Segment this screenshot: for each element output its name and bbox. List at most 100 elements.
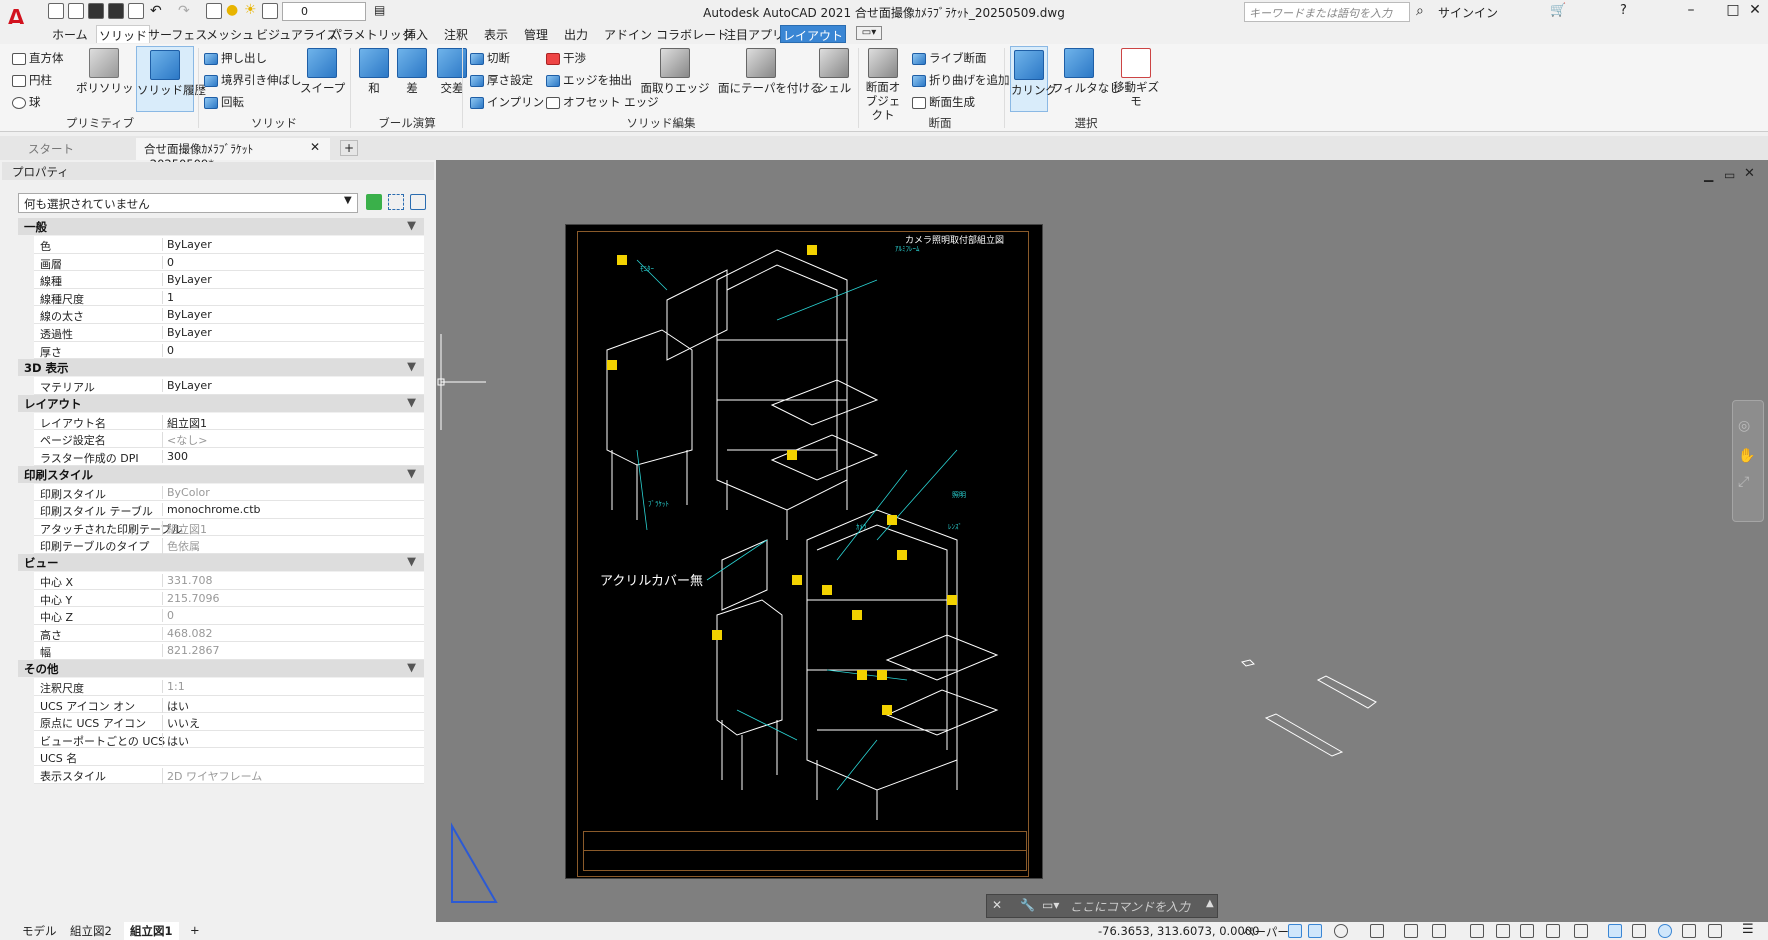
culling-button[interactable]: カリング: [1010, 46, 1057, 112]
new-tab-icon[interactable]: +: [340, 140, 358, 156]
box-button[interactable]: 直方体: [12, 50, 64, 66]
tab-output[interactable]: 出力: [562, 25, 590, 43]
interfere-button[interactable]: 干渉: [546, 50, 586, 66]
workspace-icon[interactable]: [1496, 924, 1510, 938]
collapse-icon[interactable]: ▼: [407, 218, 416, 232]
collapse-icon[interactable]: ▼: [407, 359, 416, 373]
menu-icon[interactable]: ☰: [1742, 922, 1754, 937]
coordinates-readout[interactable]: -76.3653, 313.6073, 0.0000: [1098, 924, 1259, 938]
property-value[interactable]: 1:1: [162, 680, 185, 693]
property-section[interactable]: 3D 表示 ▼: [18, 359, 424, 377]
subtract-button[interactable]: 差: [394, 48, 430, 96]
property-row[interactable]: 表示スタイル 2D ワイヤフレーム: [34, 766, 424, 784]
sweep-button[interactable]: スイープ: [300, 48, 345, 96]
collapse-icon[interactable]: ▼: [407, 554, 416, 568]
property-row[interactable]: ラスター作成の DPI 300: [34, 448, 424, 466]
offset-edge-button[interactable]: オフセット エッジ: [546, 94, 659, 110]
otrack-icon[interactable]: [1404, 924, 1418, 938]
no-filter-button[interactable]: フィルタなし: [1052, 48, 1121, 96]
osnap-icon[interactable]: [1370, 924, 1384, 938]
units-icon[interactable]: [1546, 924, 1560, 938]
collapse-icon[interactable]: ▼: [407, 466, 416, 480]
tab-manage[interactable]: 管理: [522, 25, 550, 43]
steeringwheel-icon[interactable]: ◎: [1738, 418, 1750, 434]
property-value[interactable]: 2D ワイヤフレーム: [162, 768, 262, 784]
tab-home[interactable]: ホーム: [50, 25, 90, 43]
property-row[interactable]: UCS 名: [34, 748, 424, 766]
property-value[interactable]: <なし>: [162, 432, 207, 449]
move-gizmo-button[interactable]: 移動ギズモ: [1110, 48, 1162, 108]
property-value[interactable]: ByColor: [162, 485, 210, 499]
presspull-button[interactable]: 境界引き伸ばし: [204, 72, 302, 88]
property-value[interactable]: 0: [162, 609, 174, 623]
polar-icon[interactable]: [1334, 924, 1348, 938]
add-layout-icon[interactable]: +: [184, 922, 206, 940]
command-recent-icon[interactable]: ▭▾: [1042, 898, 1059, 912]
command-input[interactable]: ここにコマンドを入力: [1068, 896, 1208, 916]
hardware-acceleration-icon[interactable]: [1658, 924, 1672, 938]
tab-view[interactable]: 表示: [482, 25, 510, 43]
property-value[interactable]: ByLayer: [162, 238, 212, 251]
fullscreen-icon[interactable]: [1708, 924, 1722, 938]
paper-space-toggle[interactable]: ペーパー: [1243, 924, 1289, 940]
gear-icon[interactable]: [1574, 924, 1588, 938]
maximize-button[interactable]: □: [1722, 2, 1744, 22]
revolve-button[interactable]: 回転: [204, 94, 244, 110]
ribbon-options-icon[interactable]: ▭▾: [856, 26, 882, 40]
command-history-icon[interactable]: ▲: [1206, 898, 1214, 909]
property-row[interactable]: マテリアル ByLayer: [34, 377, 424, 395]
property-section[interactable]: レイアウト ▼: [18, 394, 424, 412]
tab-document[interactable]: 合せ面撮像ｶﾒﾗﾌﾞﾗｹｯﾄ_20250509*: [136, 138, 330, 171]
selection-dropdown[interactable]: 何も選択されていません: [18, 193, 358, 213]
property-row[interactable]: 線の太さ ByLayer: [34, 306, 424, 324]
property-row[interactable]: 色 ByLayer: [34, 236, 424, 254]
extract-edges-button[interactable]: エッジを抽出: [546, 72, 632, 88]
taper-faces-button[interactable]: 面にテーパを付ける: [718, 48, 821, 96]
tab-layout[interactable]: レイアウト: [780, 25, 847, 43]
cylinder-button[interactable]: 円柱: [12, 72, 52, 88]
property-row[interactable]: 厚さ 0: [34, 341, 424, 360]
property-value[interactable]: ByLayer: [162, 379, 212, 393]
property-section[interactable]: 一般 ▼: [18, 218, 424, 235]
sphere-button[interactable]: 球: [12, 94, 41, 110]
tab-layout-2[interactable]: 組立図2: [64, 922, 118, 940]
command-close-icon[interactable]: ✕: [992, 898, 1002, 912]
signin-button[interactable]: サインイン: [1438, 4, 1498, 21]
property-row[interactable]: ビューポートごとの UCS はい: [34, 730, 424, 749]
property-value[interactable]: 215.7096: [162, 591, 220, 605]
slice-button[interactable]: 切断: [470, 50, 510, 66]
property-row[interactable]: 透過性 ByLayer: [34, 324, 424, 342]
property-row[interactable]: UCS アイコン オン はい: [34, 695, 424, 714]
minimize-button[interactable]: –: [1680, 2, 1702, 22]
extrude-button[interactable]: 押し出し: [204, 50, 267, 66]
imprint-button[interactable]: インプリント: [470, 94, 556, 110]
union-button[interactable]: 和: [356, 48, 392, 96]
property-row[interactable]: 画層 0: [34, 253, 424, 272]
property-row[interactable]: レイアウト名 組立図1: [34, 412, 424, 431]
property-row[interactable]: 線種尺度 1: [34, 288, 424, 307]
isolate-icon[interactable]: [1632, 924, 1646, 938]
tab-start[interactable]: スタート: [20, 138, 132, 160]
property-value[interactable]: はい: [162, 697, 189, 714]
command-customize-icon[interactable]: 🔧: [1020, 898, 1035, 912]
tab-featured-apps[interactable]: 注目アプリ: [722, 25, 786, 43]
property-value[interactable]: はい: [162, 732, 189, 749]
collapse-icon[interactable]: ▼: [407, 660, 416, 674]
tab-insert[interactable]: 挿入: [402, 25, 430, 43]
collapse-icon[interactable]: ▼: [407, 395, 416, 409]
viewport-close-icon[interactable]: ✕: [1744, 166, 1755, 181]
thicken-button[interactable]: 厚さ設定: [470, 72, 533, 88]
tab-layout-1[interactable]: 組立図1: [124, 922, 179, 940]
property-value[interactable]: 331.708: [162, 574, 213, 587]
viewport-scale-icon[interactable]: [1432, 924, 1446, 938]
property-row[interactable]: 注釈尺度 1:1: [34, 678, 424, 696]
property-row[interactable]: 原点に UCS アイコン いいえ: [34, 713, 424, 732]
close-tab-icon[interactable]: ✕: [310, 140, 320, 154]
property-row[interactable]: 印刷スタイル テーブル monochrome.ctb: [34, 501, 424, 519]
polysolid-button[interactable]: ポリソリッド: [76, 48, 145, 96]
property-section[interactable]: その他 ▼: [18, 660, 424, 677]
crosshair-toggle-icon[interactable]: [1608, 924, 1622, 938]
snap-icon[interactable]: [1288, 924, 1302, 938]
property-row[interactable]: 幅 821.2867: [34, 642, 424, 660]
property-value[interactable]: 0: [162, 343, 174, 357]
